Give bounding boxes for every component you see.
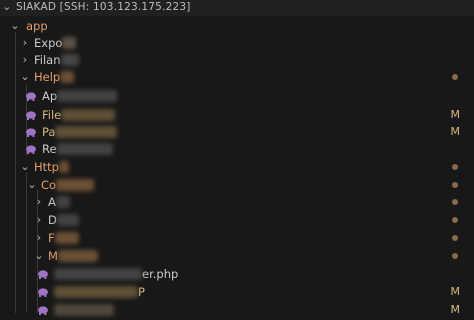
file-name: er.php — [142, 267, 179, 281]
php-elephant-icon — [36, 304, 50, 316]
file-label — [54, 304, 114, 316]
tree-item-folder[interactable]: › D — [0, 210, 474, 230]
redacted-text — [57, 250, 98, 262]
redacted-text — [61, 109, 116, 121]
modified-dot-icon — [452, 217, 458, 223]
tree-item-file[interactable]: P M — [0, 282, 474, 302]
chevron-down-icon: ⌄ — [27, 178, 37, 191]
folder-label: Co — [41, 178, 95, 192]
folder-name: Help — [34, 70, 61, 84]
redacted-text — [55, 196, 70, 208]
tree-item-file[interactable]: Ap — [0, 86, 474, 106]
folder-label: app — [26, 19, 48, 33]
redacted-text — [54, 232, 79, 244]
git-modified-badge: M — [450, 303, 461, 316]
folder-label: Http — [34, 160, 69, 174]
php-elephant-icon — [24, 109, 38, 121]
php-elephant-icon — [24, 90, 38, 102]
redacted-text — [56, 214, 79, 226]
folder-name: Co — [41, 178, 57, 192]
chevron-down-icon: ⌄ — [34, 249, 44, 262]
redacted-text — [54, 268, 142, 280]
chevron-right-icon: › — [22, 53, 28, 66]
modified-dot-icon — [452, 74, 458, 80]
file-name: Re — [42, 142, 57, 156]
redacted-text — [54, 286, 138, 298]
folder-label: Expo — [34, 36, 77, 50]
file-name: P — [138, 285, 145, 299]
folder-name: D — [48, 213, 57, 227]
git-modified-badge: M — [450, 285, 461, 298]
modified-dot-icon — [452, 182, 458, 188]
folder-label: A — [48, 195, 70, 209]
file-label: File — [42, 108, 116, 122]
redacted-text — [58, 161, 69, 173]
chevron-down-icon: ⌄ — [2, 0, 12, 13]
folder-label: M — [48, 249, 98, 263]
redacted-text — [55, 126, 118, 138]
redacted-text — [56, 143, 113, 155]
folder-label: Filan — [34, 53, 79, 67]
chevron-right-icon: › — [22, 36, 28, 49]
tree-item-helpers[interactable]: ⌄ Help — [0, 67, 474, 87]
tree-item-file[interactable]: Re — [0, 139, 474, 159]
chevron-down-icon: ⌄ — [10, 19, 20, 32]
modified-dot-icon — [452, 253, 458, 259]
folder-name: M — [48, 249, 58, 263]
chevron-right-icon: › — [36, 213, 42, 226]
chevron-down-icon: ⌄ — [20, 160, 30, 173]
file-label: Re — [42, 142, 113, 156]
folder-name: Expo — [34, 36, 63, 50]
tree-item-folder[interactable]: ⌄ M — [0, 246, 474, 266]
modified-dot-icon — [452, 235, 458, 241]
modified-dot-icon — [452, 164, 458, 170]
tree-item-folder[interactable]: › F — [0, 228, 474, 248]
chevron-down-icon: ⌄ — [20, 70, 30, 83]
folder-name: A — [48, 195, 56, 209]
php-elephant-icon — [24, 143, 38, 155]
folder-label: F — [48, 231, 79, 245]
file-name: Ap — [42, 89, 58, 103]
redacted-text — [57, 90, 118, 102]
workspace-title: SIAKAD [SSH: 103.123.175.223] — [16, 1, 191, 13]
file-label: Pa — [42, 125, 118, 139]
tree-item-http[interactable]: ⌄ Http — [0, 157, 474, 177]
folder-name: F — [48, 231, 55, 245]
php-elephant-icon — [36, 286, 50, 298]
modified-dot-icon — [452, 199, 458, 205]
chevron-right-icon: › — [36, 195, 42, 208]
file-label: Ap — [42, 89, 118, 103]
tree-item-file[interactable]: er.php — [0, 264, 474, 284]
php-elephant-icon — [24, 126, 38, 138]
folder-name: Filan — [34, 53, 61, 67]
chevron-right-icon: › — [36, 231, 42, 244]
file-label: P — [54, 285, 145, 299]
redacted-text — [60, 71, 75, 83]
file-name: File — [42, 108, 62, 122]
redacted-text — [60, 54, 79, 66]
redacted-text — [62, 37, 77, 49]
file-label: er.php — [54, 267, 178, 281]
php-elephant-icon — [36, 268, 50, 280]
tree-item-folder[interactable]: › A — [0, 192, 474, 212]
tree-item-file[interactable]: M — [0, 300, 474, 320]
workspace-header[interactable]: ⌄ SIAKAD [SSH: 103.123.175.223] — [0, 0, 474, 16]
folder-label: D — [48, 213, 79, 227]
redacted-text — [54, 304, 114, 316]
folder-label: Help — [34, 70, 75, 84]
file-explorer-tree: ⌄ SIAKAD [SSH: 103.123.175.223] ⌄ app › … — [0, 0, 474, 316]
redacted-text — [56, 179, 95, 191]
folder-name: Http — [34, 160, 59, 174]
file-name: Pa — [42, 125, 56, 139]
